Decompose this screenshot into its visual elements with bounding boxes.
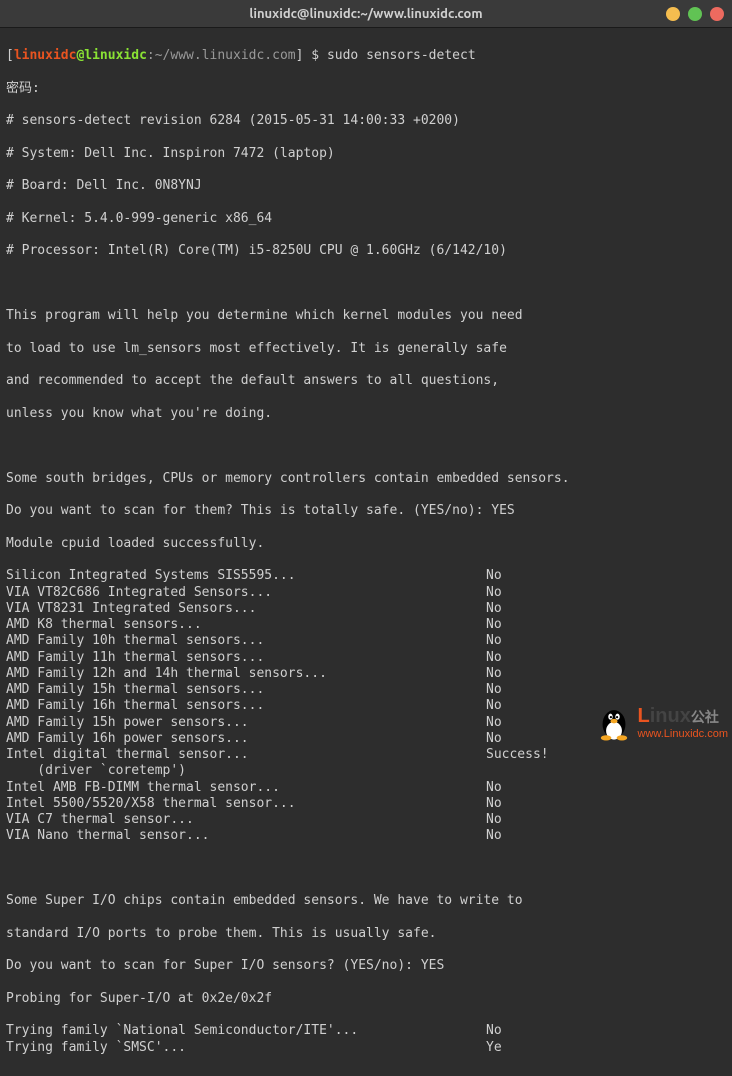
sensor-row: AMD Family 10h thermal sensors...No: [6, 633, 566, 649]
sensor-row: AMD Family 16h thermal sensors...No: [6, 698, 566, 714]
sensor-row: Silicon Integrated Systems SIS5595...No: [6, 568, 566, 584]
output-line: Module cpuid loaded successfully.: [6, 536, 726, 552]
output-line: to load to use lm_sensors most effective…: [6, 341, 726, 357]
sensor-result: No: [486, 812, 566, 828]
sensor-name: VIA C7 thermal sensor...: [6, 812, 486, 828]
trying-result: No: [486, 1023, 566, 1039]
sensor-name: AMD Family 11h thermal sensors...: [6, 650, 486, 666]
window-controls: [666, 7, 724, 21]
prompt-host: linuxidc: [84, 48, 147, 63]
blank-line: [6, 438, 726, 454]
sensor-result: No: [486, 617, 566, 633]
command-text: sudo sensors-detect: [327, 48, 476, 63]
sensor-result: No: [486, 601, 566, 617]
sensor-result: No: [486, 796, 566, 812]
prompt-user: linuxidc: [14, 48, 77, 63]
sensor-row: VIA VT82C686 Integrated Sensors...No: [6, 585, 566, 601]
blank-line: [6, 276, 726, 292]
sensor-result: No: [486, 828, 566, 844]
sensor-name: VIA VT82C686 Integrated Sensors...: [6, 585, 486, 601]
output-line: # Kernel: 5.4.0-999-generic x86_64: [6, 211, 726, 227]
tux-icon: [592, 700, 636, 744]
prompt-line: [linuxidc@linuxidc:~/www.linuxidc.com] $…: [6, 48, 726, 64]
watermark-brand-rest: inux: [650, 705, 691, 727]
sensor-name: VIA VT8231 Integrated Sensors...: [6, 601, 486, 617]
sensor-row: VIA VT8231 Integrated Sensors...No: [6, 601, 566, 617]
output-line: # System: Dell Inc. Inspiron 7472 (lapto…: [6, 146, 726, 162]
output-line: Do you want to scan for them? This is to…: [6, 503, 726, 519]
sensor-result: No: [486, 568, 566, 584]
minimize-button[interactable]: [666, 7, 680, 21]
watermark: Linux公社 www.Linuxidc.com: [592, 700, 728, 744]
trying-name: Trying family `National Semiconductor/IT…: [6, 1023, 486, 1039]
output-line: and recommended to accept the default an…: [6, 373, 726, 389]
output-line: # Processor: Intel(R) Core(TM) i5-8250U …: [6, 243, 726, 259]
sensor-name: AMD Family 15h power sensors...: [6, 715, 486, 731]
sensor-row: VIA Nano thermal sensor...No: [6, 828, 566, 844]
sensor-result: No: [486, 731, 566, 747]
sensor-name: AMD Family 12h and 14h thermal sensors..…: [6, 666, 486, 682]
prompt-end: ] $: [296, 48, 327, 63]
sensor-row: AMD Family 12h and 14h thermal sensors..…: [6, 666, 566, 682]
trying-result: Ye: [486, 1040, 566, 1056]
watermark-brand-l: L: [638, 705, 650, 727]
window-titlebar: linuxidc@linuxidc:~/www.linuxidc.com: [0, 0, 732, 28]
sensor-row: AMD Family 15h thermal sensors...No: [6, 682, 566, 698]
sensor-row: AMD K8 thermal sensors...No: [6, 617, 566, 633]
output-line: standard I/O ports to probe them. This i…: [6, 926, 726, 942]
sensor-row: AMD Family 15h power sensors...No: [6, 715, 566, 731]
sensor-result: No: [486, 780, 566, 796]
sensor-row: VIA C7 thermal sensor...No: [6, 812, 566, 828]
watermark-text: Linux公社 www.Linuxidc.com: [638, 705, 728, 740]
prompt-path: ~/www.linuxidc.com: [155, 48, 296, 63]
output-line: # Board: Dell Inc. 0N8YNJ: [6, 178, 726, 194]
maximize-button[interactable]: [688, 7, 702, 21]
terminal-content[interactable]: [linuxidc@linuxidc:~/www.linuxidc.com] $…: [0, 28, 732, 1076]
output-line: Some south bridges, CPUs or memory contr…: [6, 471, 726, 487]
sensor-name: AMD Family 15h thermal sensors...: [6, 682, 486, 698]
window-title: linuxidc@linuxidc:~/www.linuxidc.com: [249, 7, 482, 21]
sensor-row: AMD Family 16h power sensors...No: [6, 731, 566, 747]
output-line: unless you know what you're doing.: [6, 406, 726, 422]
sensor-result: No: [486, 682, 566, 698]
sensor-result: Success!: [486, 747, 566, 763]
sensor-row: Intel digital thermal sensor...Success!: [6, 747, 566, 763]
output-line: Probing for Super-I/O at 0x2e/0x2f: [6, 991, 726, 1007]
sensor-result: No: [486, 698, 566, 714]
sensor-name: AMD Family 16h power sensors...: [6, 731, 486, 747]
output-line: Some Super I/O chips contain embedded se…: [6, 893, 726, 909]
sensor-result: No: [486, 666, 566, 682]
output-line: Do you want to scan for Super I/O sensor…: [6, 958, 726, 974]
sensor-row: Intel 5500/5520/X58 thermal sensor...No: [6, 796, 566, 812]
driver-line: (driver `coretemp'): [6, 763, 726, 779]
trying-row: Trying family `National Semiconductor/IT…: [6, 1023, 566, 1039]
sensor-row: Intel AMB FB-DIMM thermal sensor...No: [6, 780, 566, 796]
watermark-url: www.Linuxidc.com: [638, 728, 728, 740]
prompt-sep: :: [147, 48, 155, 63]
watermark-brand-suffix: 公社: [691, 709, 719, 725]
sensor-name: Intel 5500/5520/X58 thermal sensor...: [6, 796, 486, 812]
sensor-row: AMD Family 11h thermal sensors...No: [6, 650, 566, 666]
sensor-name: VIA Nano thermal sensor...: [6, 828, 486, 844]
close-button[interactable]: [710, 7, 724, 21]
sensor-name: Intel digital thermal sensor...: [6, 747, 486, 763]
sensor-name: Intel AMB FB-DIMM thermal sensor...: [6, 780, 486, 796]
output-line: 密码:: [6, 81, 726, 97]
sensor-result: No: [486, 650, 566, 666]
blank-line: [6, 861, 726, 877]
trying-name: Trying family `SMSC'...: [6, 1040, 486, 1056]
sensor-name: AMD Family 16h thermal sensors...: [6, 698, 486, 714]
sensor-name: AMD K8 thermal sensors...: [6, 617, 486, 633]
output-line: This program will help you determine whi…: [6, 308, 726, 324]
trying-list: Trying family `National Semiconductor/IT…: [6, 1023, 726, 1056]
sensor-result: No: [486, 585, 566, 601]
trying-row: Trying family `SMSC'...Ye: [6, 1040, 566, 1056]
sensor-result: No: [486, 633, 566, 649]
output-line: # sensors-detect revision 6284 (2015-05-…: [6, 113, 726, 129]
sensor-name: AMD Family 10h thermal sensors...: [6, 633, 486, 649]
sensor-result: No: [486, 715, 566, 731]
sensor-name: Silicon Integrated Systems SIS5595...: [6, 568, 486, 584]
